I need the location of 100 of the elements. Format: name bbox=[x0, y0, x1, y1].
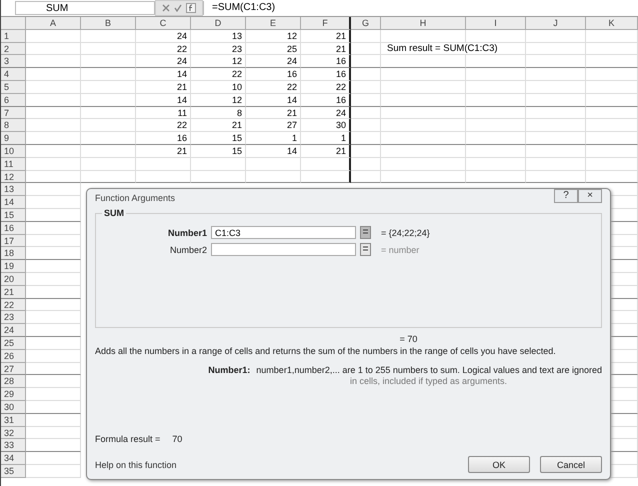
argument-field[interactable] bbox=[211, 243, 356, 256]
table-cell bbox=[526, 158, 586, 171]
row-header[interactable]: 22 bbox=[1, 298, 26, 312]
row-header[interactable]: 26 bbox=[1, 350, 26, 363]
row-header[interactable]: 20 bbox=[1, 272, 26, 286]
table-cell: 1 bbox=[301, 132, 351, 145]
table-cell bbox=[26, 439, 81, 452]
column-header[interactable]: K bbox=[586, 17, 638, 30]
select-all-corner[interactable] bbox=[1, 17, 26, 30]
collapse-dialog-icon[interactable] bbox=[360, 243, 371, 256]
table-cell: 24 bbox=[136, 55, 191, 68]
row-header[interactable]: 2 bbox=[1, 42, 26, 56]
table-cell bbox=[586, 119, 638, 132]
ok-button[interactable]: OK bbox=[468, 456, 530, 473]
row-header[interactable]: 9 bbox=[1, 132, 26, 145]
table-cell bbox=[26, 336, 81, 350]
table-cell bbox=[351, 158, 381, 171]
check-icon[interactable] bbox=[174, 4, 182, 12]
row-header[interactable]: 25 bbox=[1, 336, 26, 350]
row-header[interactable]: 32 bbox=[1, 426, 26, 440]
table-cell bbox=[26, 247, 81, 260]
row-header[interactable]: 8 bbox=[1, 119, 26, 132]
table-cell bbox=[586, 68, 638, 81]
row-header[interactable]: 7 bbox=[1, 106, 26, 120]
table-cell bbox=[526, 170, 586, 184]
row-header[interactable]: 17 bbox=[1, 234, 26, 248]
argument-field[interactable]: C1:C3 bbox=[211, 226, 356, 239]
table-cell bbox=[351, 55, 381, 68]
row-header[interactable]: 27 bbox=[1, 362, 26, 376]
table-cell bbox=[246, 170, 301, 184]
row-header[interactable]: 18 bbox=[1, 247, 26, 260]
help-button[interactable]: ? bbox=[554, 188, 578, 202]
table-cell: 23 bbox=[191, 42, 246, 56]
table-cell bbox=[586, 158, 638, 171]
row-header[interactable]: 11 bbox=[1, 158, 26, 171]
row-header[interactable]: 33 bbox=[1, 439, 26, 452]
column-header[interactable]: J bbox=[526, 17, 586, 30]
table-cell: 16 bbox=[301, 94, 351, 107]
help-link[interactable]: Help on this function bbox=[95, 460, 458, 470]
row-header[interactable]: 35 bbox=[1, 464, 26, 478]
table-cell: 22 bbox=[246, 80, 301, 94]
row-header[interactable]: 12 bbox=[1, 170, 26, 184]
table-cell: 24 bbox=[246, 55, 301, 68]
table-cell bbox=[586, 30, 638, 43]
row-header[interactable]: 23 bbox=[1, 311, 26, 324]
table-cell: 21 bbox=[136, 144, 191, 158]
argument-name: Number1: bbox=[208, 365, 250, 376]
column-header[interactable]: F bbox=[301, 17, 351, 30]
row-header[interactable]: 21 bbox=[1, 286, 26, 299]
row-header[interactable]: 29 bbox=[1, 388, 26, 401]
table-cell: 25 bbox=[246, 42, 301, 56]
row-header[interactable]: 24 bbox=[1, 324, 26, 337]
dialog-title: Function Arguments bbox=[95, 192, 176, 202]
table-cell bbox=[351, 30, 381, 43]
row-header[interactable]: 10 bbox=[1, 144, 26, 158]
table-cell bbox=[136, 170, 191, 184]
cancel-button[interactable]: Cancel bbox=[540, 456, 602, 473]
collapse-dialog-icon[interactable] bbox=[360, 226, 371, 239]
table-cell bbox=[81, 68, 136, 81]
column-header[interactable]: H bbox=[381, 17, 466, 30]
formula-field[interactable]: =SUM(C1:C3) bbox=[203, 1, 638, 15]
insert-function-icon[interactable] bbox=[186, 3, 196, 13]
row-header[interactable]: 30 bbox=[1, 400, 26, 414]
table-cell bbox=[26, 144, 81, 158]
row-header[interactable]: 3 bbox=[1, 55, 26, 68]
table-cell bbox=[526, 55, 586, 68]
table-cell bbox=[26, 30, 81, 43]
table-cell bbox=[26, 80, 81, 94]
column-header[interactable]: G bbox=[351, 17, 381, 30]
row-header[interactable]: 14 bbox=[1, 196, 26, 209]
row-header[interactable]: 15 bbox=[1, 208, 26, 222]
row-header[interactable]: 19 bbox=[1, 260, 26, 273]
column-header[interactable]: I bbox=[466, 17, 526, 30]
row-header[interactable]: 6 bbox=[1, 94, 26, 107]
table-cell bbox=[526, 94, 586, 107]
row-header[interactable]: 1 bbox=[1, 30, 26, 43]
row-header[interactable]: 5 bbox=[1, 80, 26, 94]
row-header[interactable]: 31 bbox=[1, 414, 26, 426]
column-header[interactable]: C bbox=[136, 17, 191, 30]
row-header[interactable]: 34 bbox=[1, 452, 26, 465]
row-header[interactable]: 4 bbox=[1, 68, 26, 81]
column-header[interactable]: B bbox=[81, 17, 136, 30]
table-cell bbox=[586, 94, 638, 107]
table-cell: 14 bbox=[136, 94, 191, 107]
row-header[interactable]: 16 bbox=[1, 222, 26, 235]
table-cell bbox=[26, 170, 81, 184]
row-header[interactable]: 13 bbox=[1, 183, 26, 196]
table-cell bbox=[526, 80, 586, 94]
table-cell: 24 bbox=[136, 30, 191, 43]
table-cell: 24 bbox=[301, 106, 351, 120]
table-cell bbox=[351, 42, 381, 56]
column-header[interactable]: A bbox=[26, 17, 81, 30]
close-button[interactable]: × bbox=[578, 188, 602, 202]
table-cell: 16 bbox=[301, 68, 351, 81]
row-header[interactable]: 28 bbox=[1, 375, 26, 388]
cancel-icon[interactable] bbox=[162, 4, 170, 12]
table-cell bbox=[26, 196, 81, 209]
column-header[interactable]: E bbox=[246, 17, 301, 30]
column-header[interactable]: D bbox=[191, 17, 246, 30]
name-box[interactable]: SUM bbox=[15, 1, 155, 15]
